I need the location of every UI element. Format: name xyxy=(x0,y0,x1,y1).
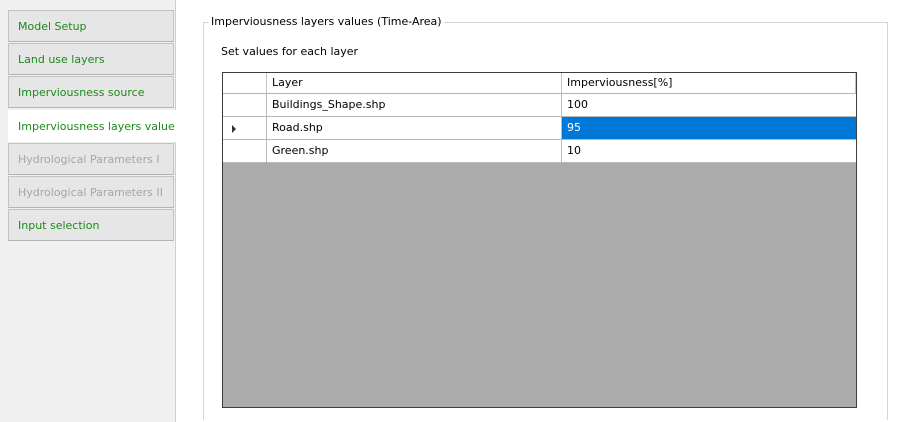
nav-item-imperviousness-layers-values[interactable]: Imperviousness layers values xyxy=(8,110,176,142)
content-panel: Imperviousness layers values (Time-Area)… xyxy=(176,0,917,422)
nav-item-hydrological-parameters-2: Hydrological Parameters II xyxy=(8,176,174,208)
row-pointer-icon xyxy=(232,125,236,133)
nav-item-input-selection[interactable]: Input selection xyxy=(8,209,174,241)
grid-header-row: Layer Imperviousness[%] xyxy=(223,73,856,96)
row-header-corner[interactable] xyxy=(223,73,267,94)
nav-item-model-setup[interactable]: Model Setup xyxy=(8,10,174,42)
cell-imperviousness-selected[interactable]: 95 xyxy=(562,117,856,140)
nav-item-hydrological-parameters-1: Hydrological Parameters I xyxy=(8,143,174,175)
column-header-layer[interactable]: Layer xyxy=(267,73,562,94)
row-header[interactable] xyxy=(223,117,267,140)
cell-imperviousness[interactable]: 100 xyxy=(562,94,856,117)
nav-item-imperviousness-source[interactable]: Imperviousness source xyxy=(8,76,174,108)
nav-item-land-use-layers[interactable]: Land use layers xyxy=(8,43,174,75)
table-row[interactable]: Green.shp 10 xyxy=(223,140,856,163)
group-title: Imperviousness layers values (Time-Area) xyxy=(209,15,444,29)
layers-grid[interactable]: Layer Imperviousness[%] Buildings_Shape.… xyxy=(222,72,857,408)
table-row[interactable]: Buildings_Shape.shp 100 xyxy=(223,94,856,117)
row-header[interactable] xyxy=(223,94,267,117)
cell-layer[interactable]: Road.shp xyxy=(267,117,562,140)
cell-layer[interactable]: Buildings_Shape.shp xyxy=(267,94,562,117)
column-header-imperviousness[interactable]: Imperviousness[%] xyxy=(562,73,856,94)
row-header[interactable] xyxy=(223,140,267,163)
instruction-label: Set values for each layer xyxy=(221,45,359,58)
wizard-nav-panel: Model Setup Land use layers Imperviousne… xyxy=(0,0,176,422)
cell-imperviousness[interactable]: 10 xyxy=(562,140,856,163)
cell-layer[interactable]: Green.shp xyxy=(267,140,562,163)
table-row[interactable]: Road.shp 95 xyxy=(223,117,856,140)
